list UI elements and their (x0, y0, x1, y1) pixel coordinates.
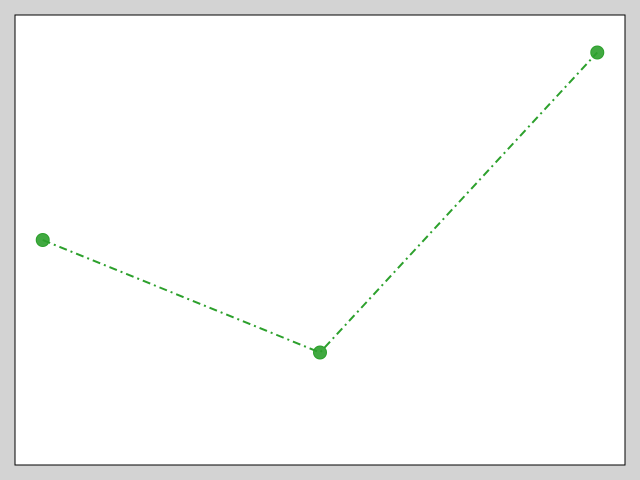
line-chart (0, 0, 640, 480)
data-point (35, 233, 50, 247)
plot-area (15, 15, 625, 465)
data-point (590, 45, 605, 60)
data-point (313, 345, 327, 360)
